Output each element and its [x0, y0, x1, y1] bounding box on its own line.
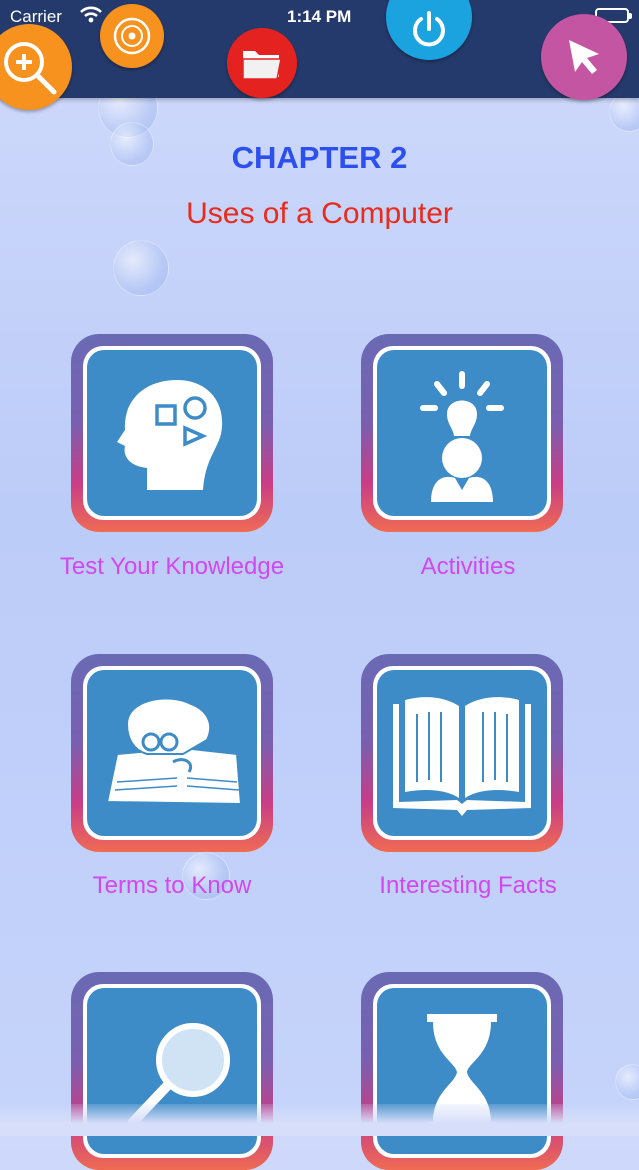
- decorative-bubble: [113, 240, 169, 296]
- head-shapes-icon: [117, 380, 223, 490]
- chapter-title: CHAPTER 2: [231, 140, 408, 175]
- decorative-bubble: [609, 92, 639, 132]
- top-toolbar: Carrier 1:14 PM: [0, 0, 639, 110]
- zoom-in-icon: [4, 42, 57, 95]
- cursor-button[interactable]: [541, 14, 627, 100]
- power-icon: [413, 11, 445, 47]
- decorative-bubble: [615, 1064, 639, 1100]
- power-button[interactable]: [386, 0, 472, 60]
- cursor-icon: [569, 40, 599, 74]
- tile-magnifier[interactable]: [71, 972, 273, 1170]
- lightbulb-person-icon: [420, 371, 504, 502]
- folder-icon: [242, 51, 282, 80]
- disc-button[interactable]: [100, 4, 164, 68]
- disc-icon: [113, 17, 151, 55]
- tile-label-test-your-knowledge[interactable]: Test Your Knowledge: [22, 553, 322, 581]
- tile-label-activities[interactable]: Activities: [318, 553, 618, 581]
- folder-button[interactable]: [227, 28, 297, 98]
- tile-hourglass[interactable]: [361, 972, 563, 1170]
- status-bar: Carrier 1:14 PM: [0, 0, 639, 32]
- tile-label-interesting-facts[interactable]: Interesting Facts: [318, 872, 618, 900]
- wifi-icon: [80, 6, 102, 29]
- open-book-icon: [393, 697, 531, 816]
- tile-test-your-knowledge[interactable]: [71, 334, 273, 532]
- chapter-subtitle: Uses of a Computer: [186, 197, 453, 230]
- status-time: 1:14 PM: [287, 7, 352, 26]
- tile-label-terms-to-know[interactable]: Terms to Know: [22, 872, 322, 900]
- tile-terms-to-know[interactable]: [71, 654, 273, 852]
- bottom-fade: [0, 1104, 639, 1136]
- tile-activities[interactable]: [361, 334, 563, 532]
- tile-interesting-facts[interactable]: [361, 654, 563, 852]
- reading-person-icon: [105, 697, 243, 806]
- zoom-in-button[interactable]: [0, 24, 72, 110]
